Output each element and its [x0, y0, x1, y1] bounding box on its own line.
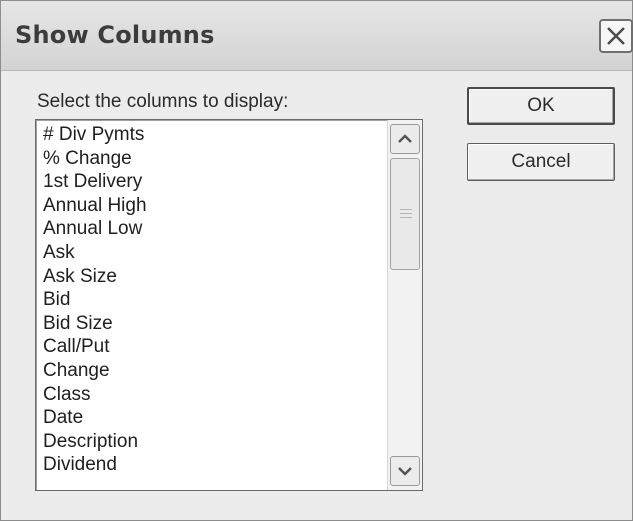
column-option[interactable]: # Div Pymts — [43, 123, 383, 147]
close-button[interactable] — [599, 19, 633, 53]
thumb-grip — [400, 217, 412, 218]
scroll-down-button[interactable] — [390, 456, 420, 486]
scroll-thumb[interactable] — [390, 158, 420, 270]
column-option[interactable]: Date — [43, 406, 383, 430]
columns-listbox[interactable]: # Div Pymts% Change 1st Delivery Annual Hi… — [35, 119, 423, 491]
column-option[interactable]: Dividend — [43, 453, 383, 477]
dialog-title: Show Columns — [15, 21, 215, 49]
show-columns-dialog: Show Columns Select the columns to displ… — [0, 0, 633, 521]
close-icon — [607, 27, 625, 45]
column-option[interactable]: Change — [43, 359, 383, 383]
chevron-down-icon — [398, 467, 412, 476]
cancel-button[interactable]: Cancel — [467, 143, 615, 181]
column-option[interactable]: Annual Low — [43, 217, 383, 241]
column-option[interactable]: Bid — [43, 288, 383, 312]
ok-button[interactable]: OK — [467, 87, 615, 125]
vertical-scrollbar[interactable] — [387, 120, 422, 490]
column-option[interactable]: Description — [43, 430, 383, 454]
chevron-up-icon — [398, 134, 412, 143]
column-option[interactable]: % Change — [43, 147, 383, 171]
column-option[interactable]: Ask — [43, 241, 383, 265]
column-option[interactable]: Call/Put — [43, 335, 383, 359]
column-option[interactable]: Annual High — [43, 194, 383, 218]
column-option[interactable]: Ask Size — [43, 265, 383, 289]
scroll-up-button[interactable] — [390, 124, 420, 154]
column-option[interactable]: Class — [43, 383, 383, 407]
thumb-grip — [400, 213, 412, 214]
column-option[interactable]: 1st Delivery — [43, 170, 383, 194]
title-bar[interactable]: Show Columns — [1, 1, 633, 71]
instruction-label: Select the columns to display: — [37, 91, 289, 112]
thumb-grip — [400, 209, 412, 210]
columns-list: # Div Pymts% Change 1st Delivery Annual Hi… — [43, 123, 383, 477]
column-option[interactable]: Bid Size — [43, 312, 383, 336]
